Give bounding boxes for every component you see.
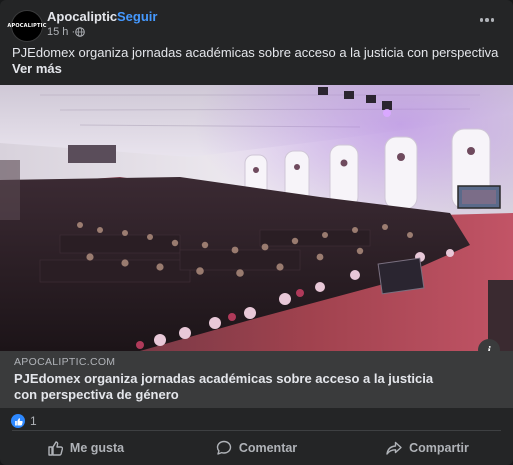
action-bar: Me gusta Comentar Compartir [0, 431, 513, 465]
auditorium-photo [0, 85, 513, 351]
page-name[interactable]: Apocaliptic [47, 9, 117, 24]
follow-button[interactable]: Seguir [117, 9, 157, 24]
like-label: Me gusta [69, 441, 125, 455]
share-label: Compartir [409, 441, 469, 455]
globe-icon [75, 27, 85, 37]
comment-button[interactable]: Comentar [171, 431, 342, 465]
link-title[interactable]: PJEdomex organiza jornadas académicas so… [14, 371, 454, 403]
post-image[interactable] [0, 85, 513, 351]
reaction-summary[interactable]: 1 [11, 413, 37, 429]
comment-icon [216, 440, 232, 455]
share-button[interactable]: Compartir [342, 431, 513, 465]
see-more-link[interactable]: Ver más [12, 61, 62, 77]
like-reaction-icon [11, 414, 25, 428]
more-options-icon[interactable] [475, 10, 499, 30]
thumbs-up-icon [48, 441, 63, 456]
post-header: APOCALIPTIC Apocaliptic · Seguir 15 h · [0, 0, 513, 44]
link-domain: APOCALIPTIC.COM [14, 356, 116, 368]
reaction-count: 1 [30, 414, 37, 428]
post-card: APOCALIPTIC Apocaliptic · Seguir 15 h · … [0, 0, 513, 465]
like-button[interactable]: Me gusta [0, 431, 171, 465]
separator-dot: · [108, 9, 113, 24]
share-icon [386, 441, 402, 455]
post-text: PJEdomex organiza jornadas académicas so… [12, 45, 502, 60]
comment-label: Comentar [238, 441, 298, 455]
link-preview[interactable]: APOCALIPTIC.COM PJEdomex organiza jornad… [0, 351, 513, 408]
avatar-logo-text: APOCALIPTIC [7, 23, 47, 29]
post-timestamp[interactable]: 15 h · [47, 26, 75, 38]
avatar[interactable]: APOCALIPTIC [7, 10, 46, 42]
